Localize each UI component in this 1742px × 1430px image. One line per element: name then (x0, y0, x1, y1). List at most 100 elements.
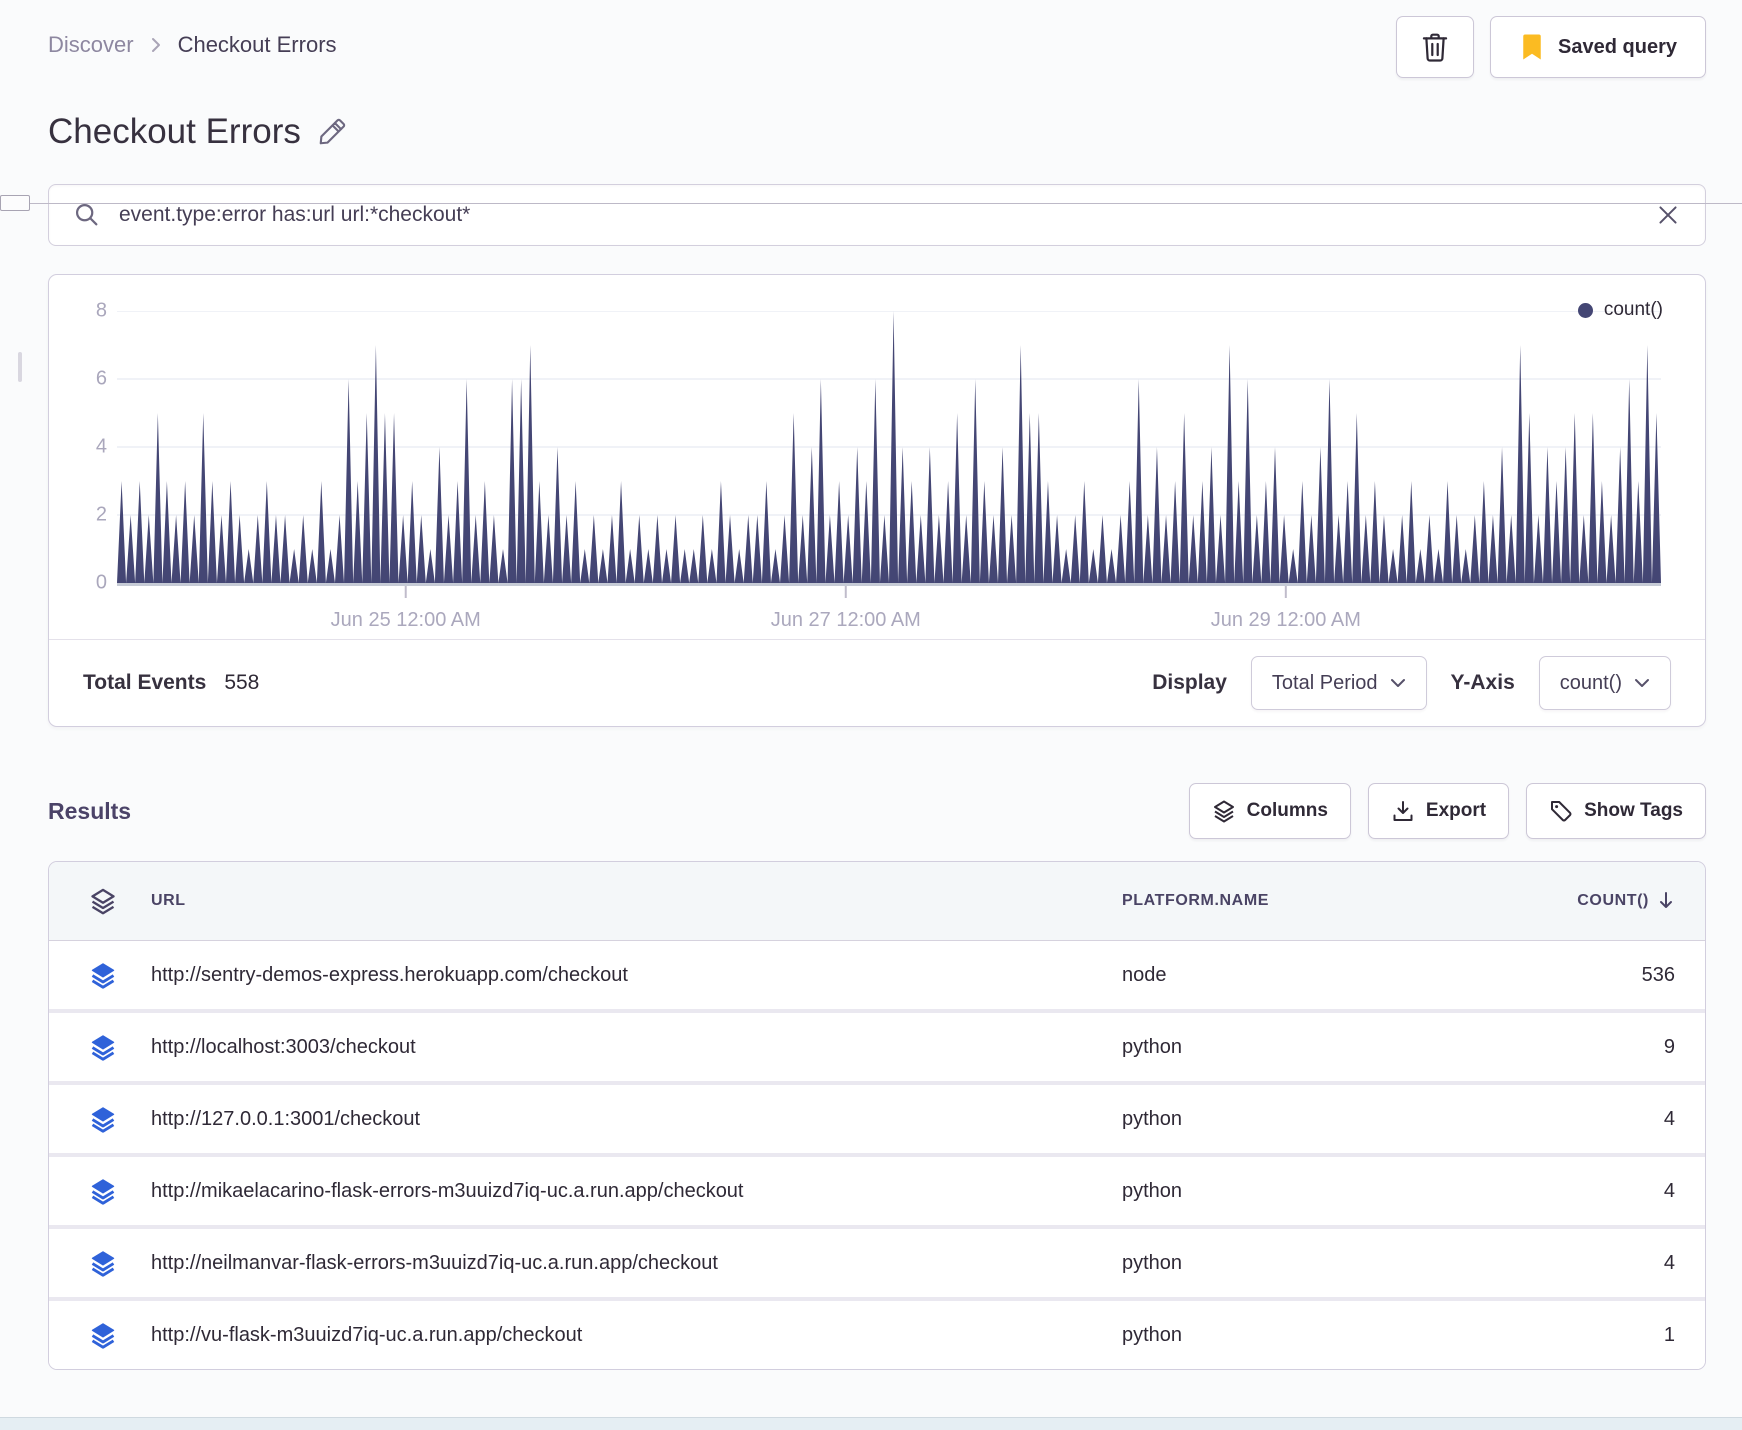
row-url[interactable]: http://neilmanvar-flask-errors-m3uuizd7i… (151, 1252, 1122, 1275)
row-platform: python (1122, 1323, 1183, 1346)
chevron-down-icon (1390, 677, 1406, 689)
column-header-platform[interactable]: PLATFORM.NAME (1122, 892, 1499, 910)
y-axis-tick-label: 8 (95, 299, 107, 322)
row-count: 536 (1641, 963, 1675, 986)
row-stack-icon-cell[interactable] (49, 1321, 151, 1349)
search-query-text[interactable]: event.type:error has:url url:*checkout* (119, 203, 1637, 227)
breadcrumb-discover[interactable]: Discover (48, 32, 134, 58)
show-tags-button[interactable]: Show Tags (1526, 783, 1706, 839)
row-url[interactable]: http://sentry-demos-express.herokuapp.co… (151, 964, 1122, 987)
total-events-value: 558 (224, 671, 260, 694)
stack-icon (91, 1035, 115, 1061)
y-axis-dropdown[interactable]: count() (1538, 656, 1671, 710)
column-header-url[interactable]: URL (151, 892, 1122, 910)
chart-body: count() 0 2 4 6 8 Jun 25 12:00 AM Jun 27 12:0… (49, 275, 1705, 639)
row-count: 1 (1663, 1323, 1675, 1346)
stack-icon (91, 888, 115, 915)
export-button-label: Export (1425, 800, 1487, 821)
row-count: 4 (1663, 1179, 1675, 1202)
count-area-chart[interactable] (117, 311, 1661, 601)
events-chart-panel: count() 0 2 4 6 8 Jun 25 12:00 AM Jun 27 12:0… (48, 274, 1706, 727)
display-label: Display (1152, 671, 1227, 694)
count-header-label: COUNT() (1577, 892, 1649, 909)
tag-icon (1549, 799, 1573, 823)
top-bar: Discover Checkout Errors Saved query (0, 0, 1742, 78)
row-platform: python (1122, 1179, 1183, 1202)
results-table: URL PLATFORM.NAME COUNT() http://sentry-… (48, 861, 1706, 1370)
row-url[interactable]: http://127.0.0.1:3001/checkout (151, 1108, 1122, 1131)
row-stack-icon-cell[interactable] (49, 1249, 151, 1277)
stack-icon (91, 1107, 115, 1133)
row-platform: node (1122, 963, 1167, 986)
edit-title-pencil-icon[interactable] (317, 117, 347, 147)
chevron-right-icon (148, 35, 164, 55)
search-row: event.type:error has:url url:*checkout* (48, 184, 1706, 246)
table-body: http://sentry-demos-express.herokuapp.co… (49, 941, 1705, 1369)
total-events-label: Total Events (83, 671, 207, 694)
stack-icon (91, 1323, 115, 1349)
column-header-count[interactable]: COUNT() (1499, 891, 1705, 911)
search-icon (73, 201, 101, 229)
breadcrumb-current-page: Checkout Errors (177, 32, 337, 57)
results-header-row: Results Columns Export Show Tags (48, 783, 1706, 839)
table-row[interactable]: http://vu-flask-m3uuizd7iq-uc.a.run.app/… (49, 1297, 1705, 1369)
saved-query-label: Saved query (1558, 35, 1677, 58)
row-platform: python (1122, 1251, 1183, 1274)
sidebar-collapse-handle[interactable] (18, 352, 22, 382)
legend-series-label: count() (1603, 299, 1663, 320)
legend-series-dot (1577, 302, 1593, 318)
y-axis-tick-label: 2 (95, 503, 107, 526)
breadcrumb: Discover Checkout Errors (48, 16, 337, 58)
saved-query-button[interactable]: Saved query (1490, 16, 1706, 78)
chart-controls: Display Total Period Y-Axis count() (1152, 656, 1671, 710)
table-row[interactable]: http://mikaelacarino-flask-errors-m3uuiz… (49, 1153, 1705, 1225)
show-tags-button-label: Show Tags (1584, 800, 1683, 821)
row-count: 4 (1663, 1107, 1675, 1130)
columns-button[interactable]: Columns (1188, 783, 1351, 839)
row-stack-icon-cell[interactable] (49, 1177, 151, 1205)
next-section-edge (0, 1417, 1742, 1430)
delete-query-button[interactable] (1396, 16, 1475, 78)
table-row[interactable]: http://neilmanvar-flask-errors-m3uuizd7i… (49, 1225, 1705, 1297)
table-row[interactable]: http://localhost:3003/checkout python 9 (49, 1009, 1705, 1081)
bookmark-icon (1519, 32, 1545, 62)
export-button[interactable]: Export (1367, 783, 1510, 839)
row-platform: python (1122, 1107, 1183, 1130)
chevron-down-icon (1634, 677, 1650, 689)
table-row[interactable]: http://127.0.0.1:3001/checkout python 4 (49, 1081, 1705, 1153)
row-stack-icon-cell[interactable] (49, 961, 151, 989)
stack-icon (91, 1251, 115, 1277)
x-axis-tick-label: Jun 29 12:00 AM (1210, 609, 1361, 631)
trash-icon (1420, 31, 1450, 63)
page-title: Checkout Errors (48, 112, 1694, 152)
chart-legend[interactable]: count() (1577, 299, 1663, 321)
chart-footer: Total Events 558 Display Total Period Y-… (49, 639, 1705, 726)
plot-area: 0 2 4 6 8 (69, 300, 1661, 601)
y-axis-dropdown-value: count() (1559, 671, 1622, 694)
x-axis-tick-label: Jun 27 12:00 AM (770, 609, 921, 631)
display-dropdown[interactable]: Total Period (1250, 656, 1427, 710)
search-input[interactable]: event.type:error has:url url:*checkout* (48, 184, 1706, 246)
row-platform: python (1122, 1035, 1183, 1058)
panel-resize-handle[interactable] (0, 195, 30, 211)
header-stack-icon-cell[interactable] (49, 887, 151, 915)
row-stack-icon-cell[interactable] (49, 1033, 151, 1061)
header-divider (0, 203, 1742, 204)
row-url[interactable]: http://vu-flask-m3uuizd7iq-uc.a.run.app/… (151, 1324, 1122, 1347)
row-url[interactable]: http://mikaelacarino-flask-errors-m3uuiz… (151, 1180, 1122, 1203)
y-axis-tick-label: 6 (95, 367, 107, 390)
clear-search-icon[interactable] (1655, 202, 1681, 228)
results-heading: Results (48, 797, 132, 824)
row-url[interactable]: http://localhost:3003/checkout (151, 1036, 1122, 1059)
table-row[interactable]: http://sentry-demos-express.herokuapp.co… (49, 941, 1705, 1009)
table-header-row: URL PLATFORM.NAME COUNT() (49, 862, 1705, 941)
results-actions: Columns Export Show Tags (1188, 783, 1706, 839)
header-actions: Saved query (1396, 16, 1706, 78)
y-axis-tick-label: 0 (95, 571, 107, 594)
x-axis-tick-label: Jun 25 12:00 AM (330, 609, 481, 631)
row-stack-icon-cell[interactable] (49, 1105, 151, 1133)
columns-button-label: Columns (1246, 800, 1328, 821)
stack-icon (91, 963, 115, 989)
chart-x-axis: Jun 25 12:00 AM Jun 27 12:00 AM Jun 29 12:… (117, 601, 1661, 639)
page-title-text: Checkout Errors (48, 112, 301, 151)
